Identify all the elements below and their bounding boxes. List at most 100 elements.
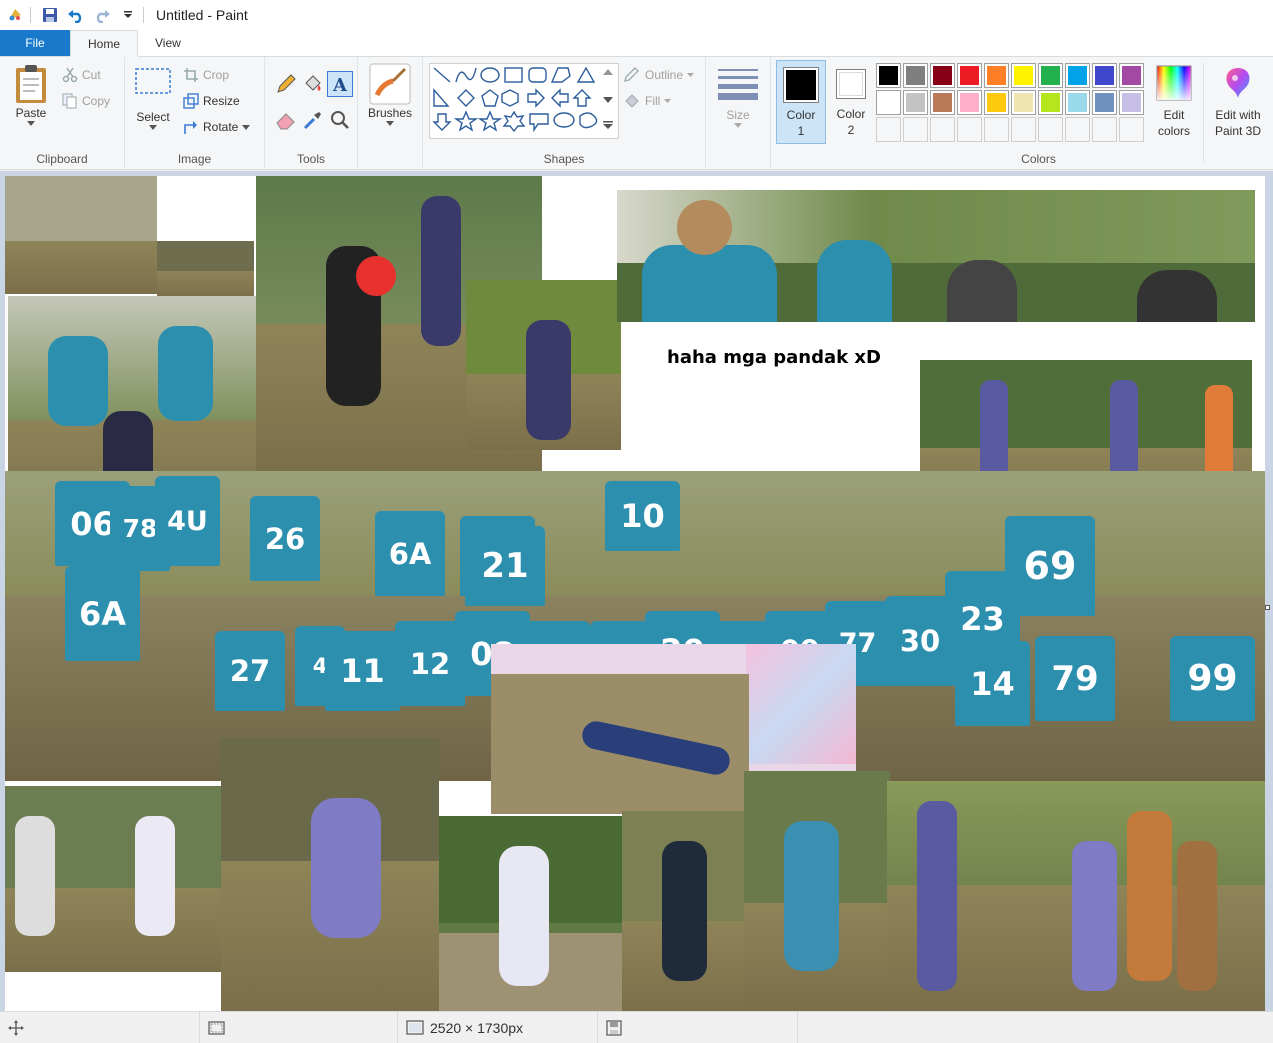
paint-app-icon[interactable] bbox=[4, 4, 26, 26]
palette-custom-slot[interactable] bbox=[1092, 117, 1117, 142]
tab-file[interactable]: File bbox=[0, 30, 70, 56]
palette-swatch[interactable] bbox=[903, 90, 928, 115]
palette-custom-slot[interactable] bbox=[1038, 117, 1063, 142]
edit-colors-button[interactable]: Edit colors bbox=[1148, 65, 1200, 139]
palette-swatch[interactable] bbox=[1092, 90, 1117, 115]
redo-icon[interactable] bbox=[91, 4, 113, 26]
fill-bucket-icon bbox=[625, 94, 639, 108]
color2-button[interactable]: Color 2 bbox=[827, 60, 875, 138]
edit-with-paint3d-button[interactable]: Edit with Paint 3D bbox=[1208, 65, 1268, 139]
player-figure bbox=[421, 196, 461, 346]
resize-label: Resize bbox=[203, 94, 240, 108]
player-figure bbox=[15, 816, 55, 936]
palette-swatch[interactable] bbox=[930, 63, 955, 88]
cut-button[interactable]: Cut bbox=[62, 67, 101, 83]
palette-swatch[interactable] bbox=[1038, 63, 1063, 88]
image-group: Select Crop Resize Rotate Image bbox=[125, 57, 265, 170]
rotate-button[interactable]: Rotate bbox=[183, 119, 251, 135]
palette-swatch[interactable] bbox=[876, 90, 901, 115]
palette-swatch[interactable] bbox=[984, 90, 1009, 115]
select-rectangle-icon bbox=[135, 68, 171, 94]
outline-button[interactable]: Outline bbox=[623, 67, 695, 83]
palette-swatch[interactable] bbox=[930, 90, 955, 115]
palette-custom-slot[interactable] bbox=[876, 117, 901, 142]
customize-toolbar-chevron-icon[interactable] bbox=[117, 4, 139, 26]
palette-swatch[interactable] bbox=[876, 63, 901, 88]
dive-photo bbox=[491, 674, 749, 814]
color2-fill bbox=[839, 72, 863, 96]
file-size bbox=[598, 1012, 798, 1043]
photo-collage-tile bbox=[5, 176, 157, 294]
palette-swatch[interactable] bbox=[957, 63, 982, 88]
tab-home[interactable]: Home bbox=[70, 30, 139, 57]
jersey-number: 79 bbox=[1035, 636, 1115, 721]
palette-swatch[interactable] bbox=[1119, 63, 1144, 88]
jersey-number: 26 bbox=[250, 496, 320, 581]
clipboard-icon bbox=[16, 65, 46, 103]
palette-custom-slot[interactable] bbox=[1119, 117, 1144, 142]
drawing-canvas[interactable]: 6A06784U266A0117200309773023692741112080… bbox=[5, 176, 1265, 1011]
crop-button[interactable]: Crop bbox=[183, 67, 229, 83]
jersey-number: 14 bbox=[955, 641, 1030, 726]
photo-collage-tile bbox=[622, 811, 744, 1011]
pencil-tool[interactable] bbox=[275, 73, 297, 95]
magnifier-tool[interactable] bbox=[329, 109, 351, 131]
undo-icon[interactable] bbox=[65, 4, 87, 26]
palette-swatch[interactable] bbox=[1011, 63, 1036, 88]
canvas-resize-handle[interactable] bbox=[1265, 605, 1270, 610]
shapes-gallery-scroll[interactable] bbox=[601, 65, 615, 137]
resize-button[interactable]: Resize bbox=[183, 93, 240, 109]
palette-swatch-fill bbox=[933, 93, 952, 112]
save-icon[interactable] bbox=[39, 4, 61, 26]
palette-swatch[interactable] bbox=[903, 63, 928, 88]
palette-swatch[interactable] bbox=[1119, 90, 1144, 115]
jersey-number: 27 bbox=[215, 631, 285, 711]
player-figure bbox=[1127, 811, 1172, 981]
chevron-down-icon bbox=[149, 125, 157, 130]
palette-custom-slot[interactable] bbox=[1011, 117, 1036, 142]
canvas-workspace[interactable]: 6A06784U266A0117200309773023692741112080… bbox=[0, 171, 1273, 1011]
divider bbox=[30, 7, 31, 23]
edit3d-label-line1: Edit with bbox=[1215, 108, 1261, 122]
fill-label: Fill bbox=[645, 94, 661, 108]
disk-icon bbox=[606, 1019, 622, 1036]
paste-button[interactable]: Paste bbox=[8, 63, 54, 126]
palette-custom-slot[interactable] bbox=[930, 117, 955, 142]
palette-swatch[interactable] bbox=[984, 63, 1009, 88]
fill-button[interactable]: Fill bbox=[623, 93, 672, 109]
copy-button[interactable]: Copy bbox=[62, 93, 110, 109]
eraser-tool[interactable] bbox=[275, 109, 297, 131]
color-picker-tool[interactable] bbox=[302, 109, 324, 131]
player-back bbox=[947, 260, 1017, 322]
palette-swatch[interactable] bbox=[1011, 90, 1036, 115]
palette-custom-slot[interactable] bbox=[957, 117, 982, 142]
shapes-group: Outline Fill Shapes bbox=[423, 57, 706, 170]
edit3d-label-line2: Paint 3D bbox=[1214, 124, 1262, 138]
palette-swatch[interactable] bbox=[1092, 63, 1117, 88]
chevron-down-icon bbox=[27, 121, 35, 126]
clipboard-group-label: Clipboard bbox=[36, 152, 88, 166]
player-figure bbox=[1072, 841, 1117, 991]
select-button[interactable]: Select bbox=[130, 65, 176, 130]
palette-swatch[interactable] bbox=[957, 90, 982, 115]
jersey-number: 69 bbox=[1005, 516, 1095, 616]
jersey-number: 6A bbox=[375, 511, 445, 596]
text-tool[interactable]: A bbox=[327, 71, 353, 97]
resize-icon bbox=[183, 93, 199, 109]
tab-view[interactable]: View bbox=[138, 30, 198, 56]
palette-custom-slot[interactable] bbox=[984, 117, 1009, 142]
shapes-gallery[interactable] bbox=[429, 63, 619, 139]
palette-custom-slot[interactable] bbox=[903, 117, 928, 142]
brushes-button[interactable]: Brushes bbox=[364, 63, 416, 126]
color-palette bbox=[876, 63, 1144, 142]
palette-swatch[interactable] bbox=[1065, 63, 1090, 88]
palette-swatch[interactable] bbox=[1038, 90, 1063, 115]
palette-custom-slot[interactable] bbox=[1065, 117, 1090, 142]
player-figure bbox=[158, 326, 213, 421]
size-button[interactable]: Size bbox=[716, 65, 760, 128]
color1-button[interactable]: Color 1 bbox=[776, 60, 826, 144]
fill-tool[interactable] bbox=[302, 73, 324, 95]
palette-swatch[interactable] bbox=[1065, 90, 1090, 115]
player-figure bbox=[48, 336, 108, 426]
chevron-down-icon bbox=[664, 99, 672, 103]
